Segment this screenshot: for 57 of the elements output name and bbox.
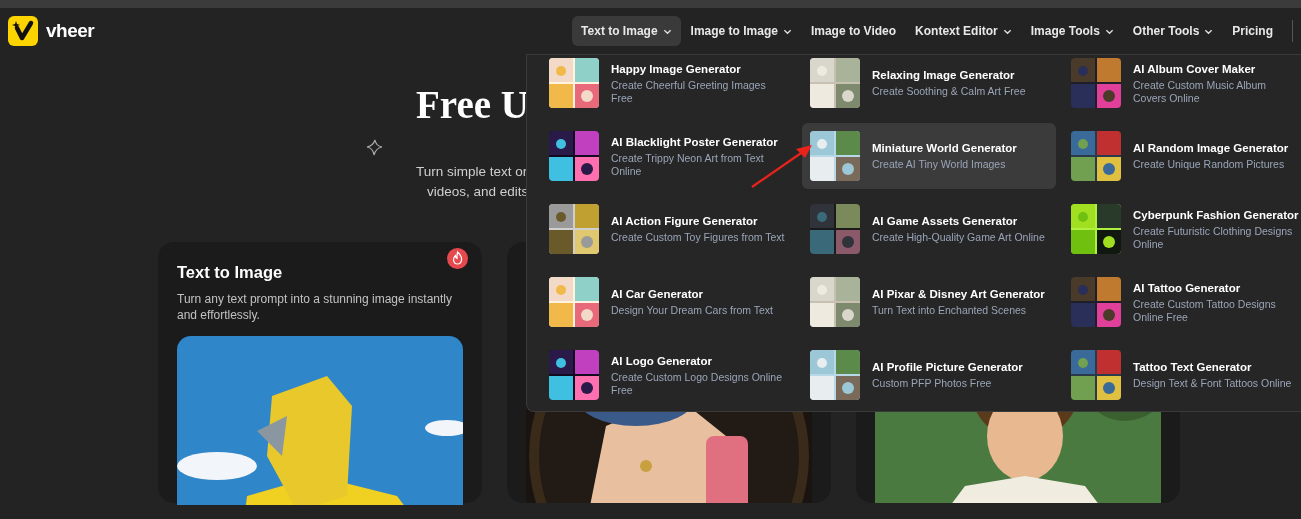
menu-item[interactable]: AI Game Assets Generator Create High-Quality Game Art Online [802, 196, 1056, 262]
nav-link[interactable]: Kontext Editor [906, 16, 1021, 46]
nav-link[interactable]: Image to Video [801, 16, 906, 46]
feature-card[interactable]: Text to Image Turn any text prompt into a stunning image instantly and effortlessly. [158, 241, 482, 503]
menu-item-description: Design Your Dream Cars from Text [611, 304, 774, 317]
hero-title: Free U [416, 82, 529, 128]
menu-item-description: Create Trippy Neon Art from Text Online [611, 151, 765, 178]
menu-item-description: Create Custom Music Album Covers Online [1133, 78, 1268, 105]
menu-item[interactable]: Cyberpunk Fashion Generator Create Futuristic Clothing Designs Online [1063, 196, 1301, 262]
menu-item-title: AI Random Image Generator [1133, 141, 1289, 156]
menu-item-description: Create Unique Random Pictures [1133, 158, 1286, 171]
menu-item-title: Happy Image Generator [611, 61, 742, 77]
card-title: Text to Image [177, 261, 284, 283]
menu-item-description: Create High-Quality Game Art Online [872, 231, 1045, 244]
menu-item-title: AI Profile Picture Generator [872, 360, 1023, 375]
menu-item[interactable]: AI Action Figure Generator Create Custom Toy Figures from Text [541, 196, 795, 262]
menu-item-title: AI Pixar & Disney Art Generator [872, 287, 1045, 302]
nav-link[interactable]: Image to Image [681, 16, 801, 46]
menu-item-title: AI Album Cover Maker [1133, 61, 1257, 77]
menu-item-description: Create Futuristic Clothing Designs Online [1133, 224, 1294, 251]
menu-item[interactable]: AI Pixar & Disney Art Generator Turn Text into Enchanted Scenes [802, 269, 1056, 335]
card-description: Turn any text prompt into a stunning image instantly and effortlessly. [177, 290, 454, 323]
nav-link[interactable]: Image Tools [1021, 16, 1123, 46]
menu-item-title: AI Blacklight Poster Generator [611, 134, 779, 150]
menu-item[interactable]: AI Blacklight Poster Generator Create Trippy Neon Art from Text Online [541, 123, 795, 189]
menu-item-title: AI Logo Generator [611, 353, 713, 369]
menu-item[interactable]: Happy Image Generator Create Cheerful Greeting Images Free [541, 55, 795, 116]
menu-item[interactable]: AI Car Generator Design Your Dream Cars from Text [541, 269, 795, 335]
menu-item[interactable]: Relaxing Image Generator Create Soothing & Calm Art Free [802, 55, 1056, 116]
menu-item-title: AI Game Assets Generator [872, 214, 1019, 229]
menu-item-description: Create Soothing & Calm Art Free [872, 85, 1026, 98]
menu-item-description: Design Text & Font Tattoos Online [1133, 377, 1292, 390]
menu-item-description: Create Cheerful Greeting Images Free [611, 78, 767, 105]
menu-item-title: AI Car Generator [611, 287, 705, 302]
menu-item-title: Tattoo Text Generator [1133, 360, 1253, 375]
menu-item[interactable]: AI Album Cover Maker Create Custom Music Album Covers Online [1063, 55, 1301, 116]
menu-item-description: Create Custom Logo Designs Online Free [611, 370, 783, 397]
menu-item-title: Miniature World Generator [872, 141, 1017, 156]
logo-icon[interactable] [8, 16, 38, 46]
menu-item-description: Create Custom Toy Figures from Text [611, 231, 785, 244]
nav-link[interactable]: Text to Image [572, 16, 681, 46]
nav-link[interactable]: Other Tools [1123, 16, 1223, 46]
nav-link[interactable]: Pricing [1223, 16, 1282, 46]
menu-item[interactable]: AI Tattoo Generator Create Custom Tattoo Designs Online Free [1063, 269, 1301, 335]
menu-item-title: AI Action Figure Generator [611, 214, 759, 229]
menu-item-description: Turn Text into Enchanted Scenes [872, 304, 1028, 317]
menu-item-description: Create Custom Tattoo Designs Online Free [1133, 297, 1277, 324]
menu-item-description: Custom PFP Photos Free [872, 377, 993, 390]
hero-subtitle: Turn simple text or [416, 162, 528, 181]
sparkle-icon [366, 138, 383, 156]
menu-item-title: AI Tattoo Generator [1133, 280, 1242, 296]
menu-item-title: Cyberpunk Fashion Generator [1133, 207, 1299, 223]
menu-item[interactable]: AI Random Image Generator Create Unique Random Pictures [1063, 123, 1301, 189]
menu-item-description: Create AI Tiny World Images [872, 158, 1007, 171]
brand-name[interactable]: vheer [46, 16, 95, 46]
menu-item-title: Relaxing Image Generator [872, 68, 1016, 83]
menu-item[interactable]: Miniature World Generator Create AI Tiny World Images [802, 123, 1056, 189]
